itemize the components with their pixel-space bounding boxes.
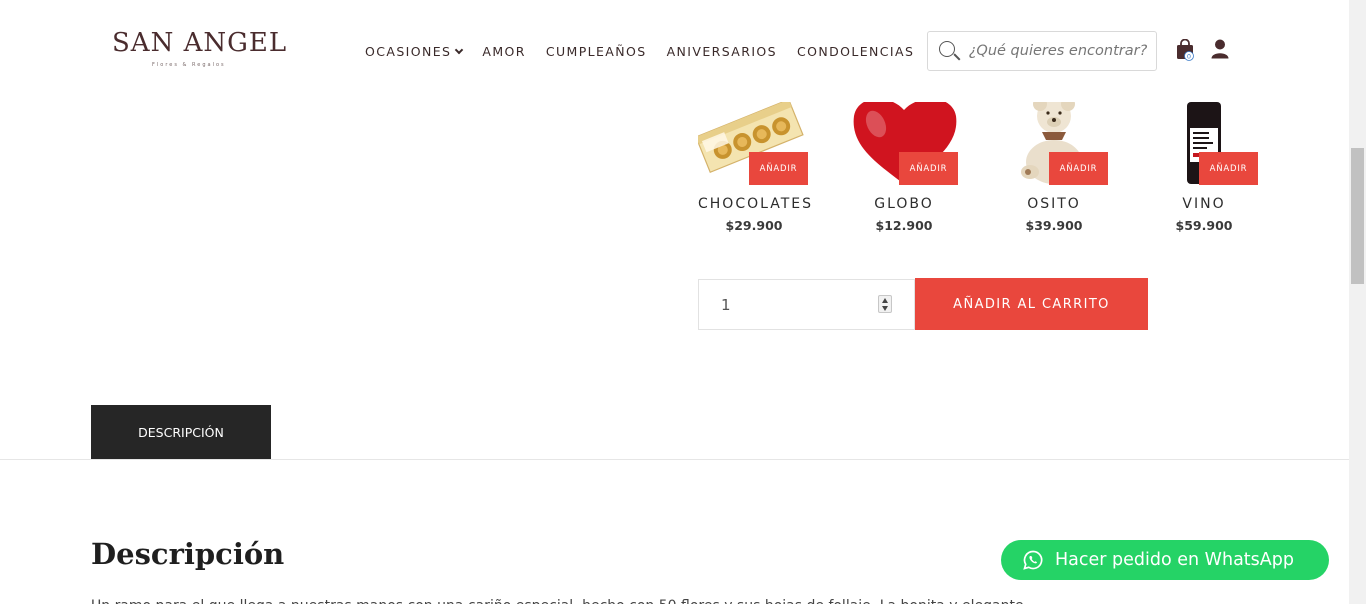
addon-price: $39.900 <box>1025 218 1083 233</box>
addon-name: CHOCOLATES <box>698 196 814 212</box>
nav-label: CUMPLEAÑOS <box>545 44 647 59</box>
nav-item-ocasiones[interactable]: OCASIONES <box>365 44 464 59</box>
nav-label: AMOR <box>482 44 526 59</box>
quantity-stepper <box>698 279 915 330</box>
scrollbar-thumb[interactable] <box>1351 148 1364 284</box>
addon-add-button[interactable]: AÑADIR <box>1199 152 1258 185</box>
addon-price: $59.900 <box>1175 218 1233 233</box>
shopping-bag-icon: 0 <box>1177 38 1194 61</box>
tab-description[interactable]: DESCRIPCIÓN <box>91 405 271 459</box>
whatsapp-icon <box>1023 550 1043 570</box>
addon-name: GLOBO <box>874 196 934 212</box>
user-icon <box>1211 39 1229 59</box>
whatsapp-order-button[interactable]: Hacer pedido en WhatsApp <box>1001 540 1329 580</box>
search-input[interactable] <box>968 43 1156 59</box>
quantity-spinner[interactable] <box>878 295 892 313</box>
scrollbar-track[interactable] <box>1349 0 1366 604</box>
addon-add-button[interactable]: AÑADIR <box>899 152 958 185</box>
addon-add-button[interactable]: AÑADIR <box>749 152 808 185</box>
quantity-input[interactable] <box>721 295 871 314</box>
cart-button[interactable]: 0 <box>1175 38 1195 61</box>
addon-name: VINO <box>1182 196 1226 212</box>
nav-label: OCASIONES <box>365 44 452 59</box>
main-nav: OCASIONES AMOR CUMPLEAÑOS ANIVERSARIOS C… <box>365 44 934 59</box>
decrement-icon[interactable] <box>882 306 888 311</box>
tabs-divider <box>0 459 1349 460</box>
addon-name: OSITO <box>1027 196 1081 212</box>
add-to-cart-button[interactable]: AÑADIR AL CARRITO <box>915 278 1148 330</box>
addon-price: $29.900 <box>725 218 783 233</box>
nav-label: ANIVERSARIOS <box>666 44 777 59</box>
logo[interactable]: SAN ANGEL Flores & Regalos <box>112 28 288 72</box>
addon-add-button[interactable]: AÑADIR <box>1049 152 1108 185</box>
site-header: SAN ANGEL Flores & Regalos OCASIONES AMO… <box>0 0 1349 102</box>
increment-icon[interactable] <box>882 298 888 303</box>
description-text: Un ramo para el que llega a nuestras man… <box>91 596 1211 604</box>
whatsapp-label: Hacer pedido en WhatsApp <box>1055 550 1294 570</box>
nav-item-aniversarios[interactable]: ANIVERSARIOS <box>667 44 777 59</box>
nav-item-amor[interactable]: AMOR <box>482 44 525 59</box>
description-title: Descripción <box>91 537 285 571</box>
logo-text: SAN ANGEL <box>112 28 288 58</box>
account-button[interactable] <box>1211 39 1231 59</box>
nav-label: CONDOLENCIAS <box>796 44 915 59</box>
search-icon[interactable] <box>939 41 961 61</box>
cart-count: 0 <box>1187 53 1191 61</box>
nav-item-cumpleanos[interactable]: CUMPLEAÑOS <box>546 44 647 59</box>
logo-tagline: Flores & Regalos <box>152 62 226 68</box>
chevron-down-icon <box>455 45 464 54</box>
search-box <box>927 31 1157 71</box>
nav-item-condolencias[interactable]: CONDOLENCIAS <box>797 44 914 59</box>
addon-price: $12.900 <box>875 218 933 233</box>
